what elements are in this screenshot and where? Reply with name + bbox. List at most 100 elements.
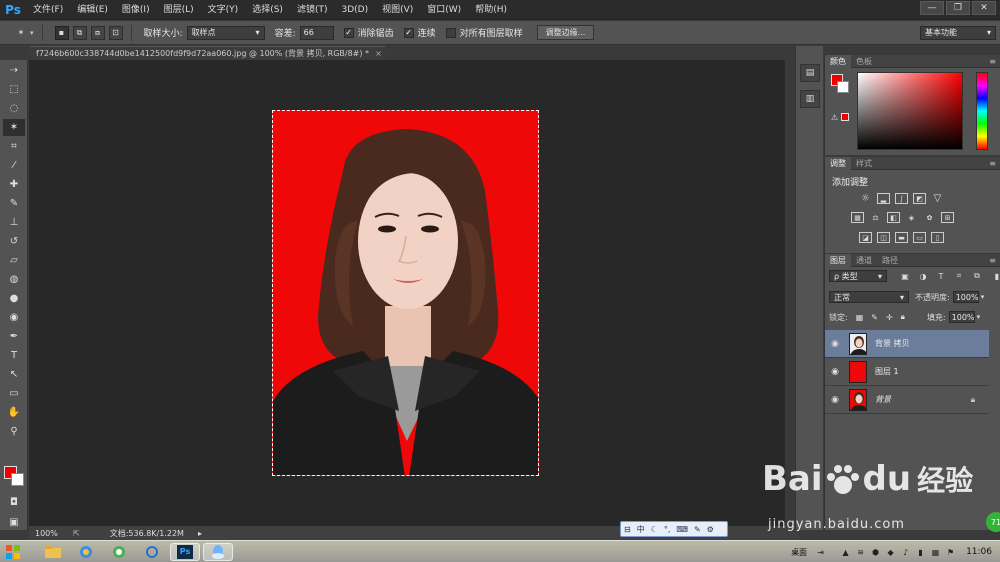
desktop-toggle-icon[interactable]: ⇥: [815, 547, 826, 558]
360-browser-taskbar-icon[interactable]: [104, 543, 134, 561]
marquee-tool-icon[interactable]: ⬚: [3, 81, 25, 98]
tab-styles[interactable]: 样式: [851, 157, 877, 170]
crop-tool-icon[interactable]: ⌗: [3, 138, 25, 155]
add-to-selection-icon[interactable]: ⧉: [72, 25, 87, 40]
black-white-icon[interactable]: ◧: [887, 212, 900, 223]
layer-name[interactable]: 背景: [875, 394, 891, 405]
healing-brush-tool-icon[interactable]: ✚: [3, 176, 25, 193]
menu-3d[interactable]: 3D(D): [334, 0, 375, 20]
app-taskbar-icon[interactable]: [137, 543, 167, 561]
ime-pen-icon[interactable]: ✎: [691, 525, 704, 534]
type-tool-icon[interactable]: T: [3, 347, 25, 364]
history-brush-tool-icon[interactable]: ↺: [3, 233, 25, 250]
menu-help[interactable]: 帮助(H): [468, 0, 514, 20]
posterize-icon[interactable]: ◫: [877, 232, 890, 243]
refine-edge-button[interactable]: 调整边缘...: [536, 25, 595, 40]
network-icon[interactable]: ▦: [930, 547, 941, 558]
layer-row[interactable]: ◉ 图层 1: [825, 358, 989, 386]
chevron-down-icon[interactable]: ▾: [977, 313, 981, 321]
menu-type[interactable]: 文字(Y): [201, 0, 246, 20]
lock-position-icon[interactable]: ✛: [886, 313, 893, 322]
close-button[interactable]: ✕: [972, 1, 996, 15]
zoom-level[interactable]: 100%: [29, 529, 69, 538]
quick-mask-icon[interactable]: ◘: [3, 494, 25, 511]
export-icon[interactable]: ⇱: [73, 529, 80, 538]
shield-icon[interactable]: ◆: [885, 547, 896, 558]
intersect-selection-icon[interactable]: ⊡: [108, 25, 123, 40]
menu-edit[interactable]: 编辑(E): [70, 0, 115, 20]
flag-icon[interactable]: ⚑: [945, 547, 956, 558]
tab-color[interactable]: 颜色: [825, 54, 851, 68]
tab-adjustments[interactable]: 调整: [825, 156, 851, 170]
new-selection-icon[interactable]: ▪: [54, 25, 69, 40]
levels-icon[interactable]: ▂: [877, 193, 890, 204]
tab-paths[interactable]: 路径: [877, 254, 903, 267]
selective-color-icon[interactable]: ▯: [931, 232, 944, 243]
threshold-icon[interactable]: ▬: [895, 232, 908, 243]
zoom-tool-icon[interactable]: ⚲: [3, 423, 25, 440]
chevron-down-icon[interactable]: ▾: [981, 293, 985, 301]
menu-layer[interactable]: 图层(L): [157, 0, 201, 20]
menu-image[interactable]: 图像(I): [115, 0, 157, 20]
ime-keyboard-icon[interactable]: ⌨: [673, 525, 691, 534]
color-lookup-icon[interactable]: ⊞: [941, 212, 954, 223]
tab-swatches[interactable]: 色板: [851, 55, 877, 68]
magic-wand-tool-icon[interactable]: ✶: [3, 119, 25, 136]
pixel-filter-icon[interactable]: ▣: [899, 270, 911, 282]
hue-saturation-icon[interactable]: ▦: [851, 212, 864, 223]
adjustment-filter-icon[interactable]: ◑: [917, 270, 929, 282]
opacity-input[interactable]: 100%: [952, 291, 979, 303]
move-tool-icon[interactable]: ⇢: [3, 62, 25, 79]
speaker-icon[interactable]: ♪: [900, 547, 911, 558]
ime-moon-icon[interactable]: ☾: [648, 525, 661, 534]
status-menu-arrow-icon[interactable]: ▸: [198, 529, 202, 538]
photo-filter-icon[interactable]: ◈: [905, 212, 918, 223]
minimize-button[interactable]: —: [920, 1, 944, 15]
paint-bucket-tool-icon[interactable]: ◍: [3, 271, 25, 288]
tab-channels[interactable]: 通道: [851, 254, 877, 267]
dodge-tool-icon[interactable]: ◉: [3, 309, 25, 326]
rectangle-tool-icon[interactable]: ▭: [3, 385, 25, 402]
clock[interactable]: 11:06: [966, 547, 992, 557]
contiguous-checkbox[interactable]: ✓: [403, 27, 414, 38]
ime-mode[interactable]: 中: [634, 524, 648, 535]
background-color-swatch[interactable]: [11, 473, 24, 486]
tool-preset-arrow-icon[interactable]: ▾: [30, 29, 34, 37]
security-icon[interactable]: ⬢: [870, 547, 881, 558]
eraser-tool-icon[interactable]: ▱: [3, 252, 25, 269]
layer-name[interactable]: 背景 拷贝: [875, 338, 910, 349]
sample-all-layers-checkbox[interactable]: [445, 27, 456, 38]
panel-menu-icon[interactable]: ≡: [989, 57, 996, 66]
color-picker-field[interactable]: [857, 72, 963, 150]
blend-mode-select[interactable]: 正常 ▾: [829, 291, 909, 303]
lock-image-icon[interactable]: ✎: [871, 313, 878, 322]
exposure-icon[interactable]: ◩: [913, 193, 926, 204]
menu-view[interactable]: 视图(V): [375, 0, 420, 20]
qq-taskbar-icon[interactable]: [203, 542, 233, 561]
pen-tool-icon[interactable]: ✒: [3, 328, 25, 345]
color-hue-slider[interactable]: [976, 72, 988, 150]
ime-punctuation-icon[interactable]: °,: [661, 525, 674, 534]
explorer-taskbar-icon[interactable]: [38, 543, 68, 561]
eye-icon[interactable]: ◉: [825, 367, 845, 377]
restore-button[interactable]: ❐: [946, 1, 970, 15]
hand-tool-icon[interactable]: ✋: [3, 404, 25, 421]
stamp-tool-icon[interactable]: ⊥: [3, 214, 25, 231]
path-selection-tool-icon[interactable]: ↖: [3, 366, 25, 383]
screen-mode-icon[interactable]: ▣: [3, 514, 25, 531]
blur-tool-icon[interactable]: ●: [3, 290, 25, 307]
color-balance-icon[interactable]: ⚖: [869, 212, 882, 223]
battery-icon[interactable]: ▮: [915, 547, 926, 558]
menu-select[interactable]: 选择(S): [245, 0, 290, 20]
id-photo[interactable]: [272, 110, 539, 476]
menu-window[interactable]: 窗口(W): [420, 0, 468, 20]
close-icon[interactable]: ×: [375, 49, 382, 58]
tray-expand-icon[interactable]: ▲: [840, 547, 851, 558]
ime-logo-icon[interactable]: ⊟: [621, 525, 634, 534]
gamut-warning-swatch[interactable]: [841, 113, 849, 121]
start-button[interactable]: [0, 542, 26, 562]
tab-layers[interactable]: 图层: [825, 253, 851, 267]
layer-row[interactable]: ◉ 背景 🔒︎: [825, 386, 989, 414]
shape-filter-icon[interactable]: ⌗: [953, 270, 965, 282]
sample-size-select[interactable]: 取样点 ▾: [186, 25, 265, 40]
